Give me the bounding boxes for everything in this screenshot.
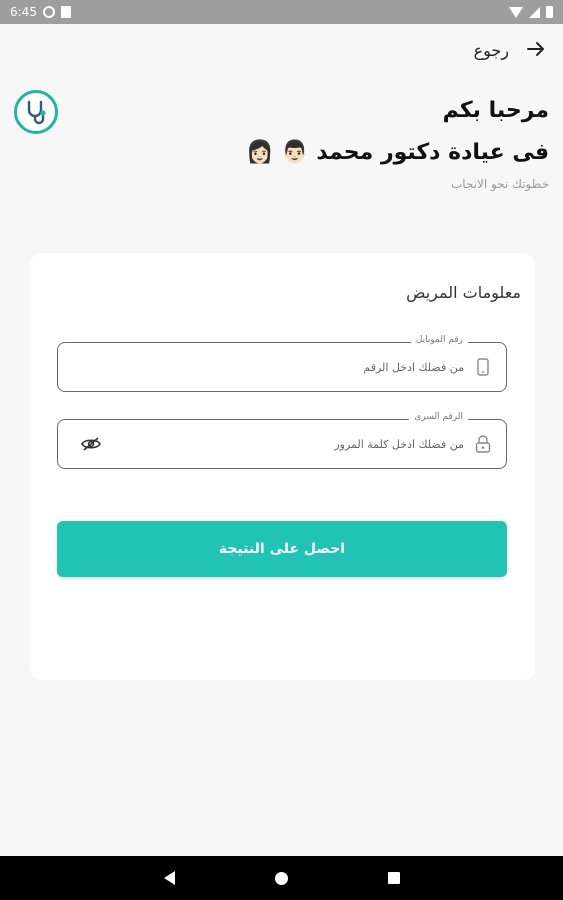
battery-icon bbox=[546, 6, 553, 18]
nav-recents-icon[interactable] bbox=[387, 872, 400, 884]
password-label: الرقم السرى bbox=[409, 412, 468, 422]
navigation-bar bbox=[0, 856, 563, 900]
password-field[interactable]: الرقم السرى bbox=[57, 412, 507, 469]
tagline: خطوتك نحو الانجاب bbox=[450, 177, 549, 191]
status-bar: 6:45 bbox=[0, 0, 563, 24]
welcome-title: مرحبا بكم bbox=[442, 98, 549, 123]
nav-back-icon[interactable] bbox=[163, 871, 175, 885]
wifi-icon bbox=[509, 6, 523, 18]
lock-icon bbox=[474, 434, 492, 454]
card-title: معلومات المريض bbox=[406, 283, 521, 302]
clinic-logo bbox=[14, 90, 58, 134]
phone-input[interactable] bbox=[134, 356, 464, 378]
phone-label: رقم الموبايل bbox=[410, 335, 468, 345]
arrow-right-icon bbox=[527, 38, 545, 62]
phone-field[interactable]: رقم الموبايل bbox=[57, 335, 507, 392]
back-button[interactable]: رجوع bbox=[474, 38, 545, 62]
stethoscope-icon bbox=[27, 100, 46, 125]
get-result-button[interactable]: احصل على النتيجة bbox=[57, 521, 507, 577]
eye-off-icon[interactable] bbox=[80, 434, 102, 454]
back-label: رجوع bbox=[473, 40, 509, 60]
patient-info-card: معلومات المريض رقم الموبايل الرقم السرى bbox=[30, 253, 535, 680]
password-input[interactable] bbox=[134, 433, 464, 455]
smartphone-icon bbox=[474, 357, 492, 377]
nav-home-icon[interactable] bbox=[274, 871, 288, 885]
status-bar-right bbox=[509, 6, 553, 18]
sd-card-icon bbox=[60, 6, 71, 18]
sync-icon bbox=[42, 6, 55, 18]
status-bar-left: 6:45 bbox=[10, 5, 71, 19]
clinic-title: فى عيادة دكتور محمد 👨🏻 👩🏻 bbox=[246, 140, 549, 165]
status-time: 6:45 bbox=[10, 5, 37, 19]
signal-icon bbox=[529, 6, 540, 18]
